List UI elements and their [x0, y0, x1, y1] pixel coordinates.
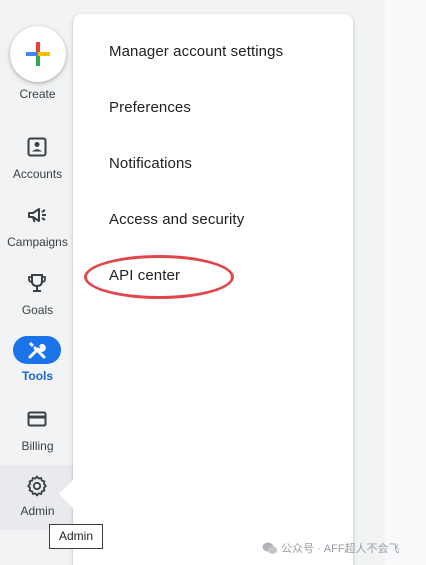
- nav-label-accounts: Accounts: [12, 167, 63, 181]
- tools-icon: [28, 342, 46, 359]
- page-background: [385, 0, 426, 565]
- campaigns-icon: [28, 208, 46, 223]
- billing-icon: [27, 411, 47, 427]
- nav-label-tools: Tools: [21, 369, 54, 383]
- nav-label-goals: Goals: [21, 303, 54, 317]
- watermark: 公众号 · AFF超人不会飞: [262, 540, 400, 556]
- highlight-annotation: [84, 255, 234, 299]
- watermark-text: 公众号 · AFF超人不会飞: [281, 543, 400, 555]
- nav-item-accounts[interactable]: Accounts: [0, 133, 75, 195]
- wechat-icon: [262, 542, 278, 554]
- goals-icon: [28, 274, 46, 292]
- nav-label-billing: Billing: [21, 439, 54, 453]
- nav-item-goals[interactable]: Goals: [0, 269, 75, 331]
- nav-item-billing[interactable]: Billing: [0, 405, 75, 467]
- panel-pointer: [59, 478, 75, 510]
- nav-item-tools[interactable]: Tools: [0, 335, 75, 397]
- create-label: Create: [19, 87, 56, 101]
- nav-label-campaigns: Campaigns: [7, 235, 68, 249]
- menu-item-preferences[interactable]: Preferences: [109, 99, 191, 116]
- accounts-icon: [27, 137, 47, 157]
- menu-item-notifications[interactable]: Notifications: [109, 155, 192, 172]
- create-button[interactable]: [10, 26, 66, 82]
- admin-tooltip: Admin: [49, 524, 103, 549]
- menu-item-access-and-security[interactable]: Access and security: [109, 211, 244, 228]
- gear-icon: [27, 475, 47, 497]
- nav-item-campaigns[interactable]: Campaigns: [0, 201, 75, 263]
- plus-icon: [26, 42, 50, 66]
- menu-item-manager-account-settings[interactable]: Manager account settings: [109, 43, 283, 60]
